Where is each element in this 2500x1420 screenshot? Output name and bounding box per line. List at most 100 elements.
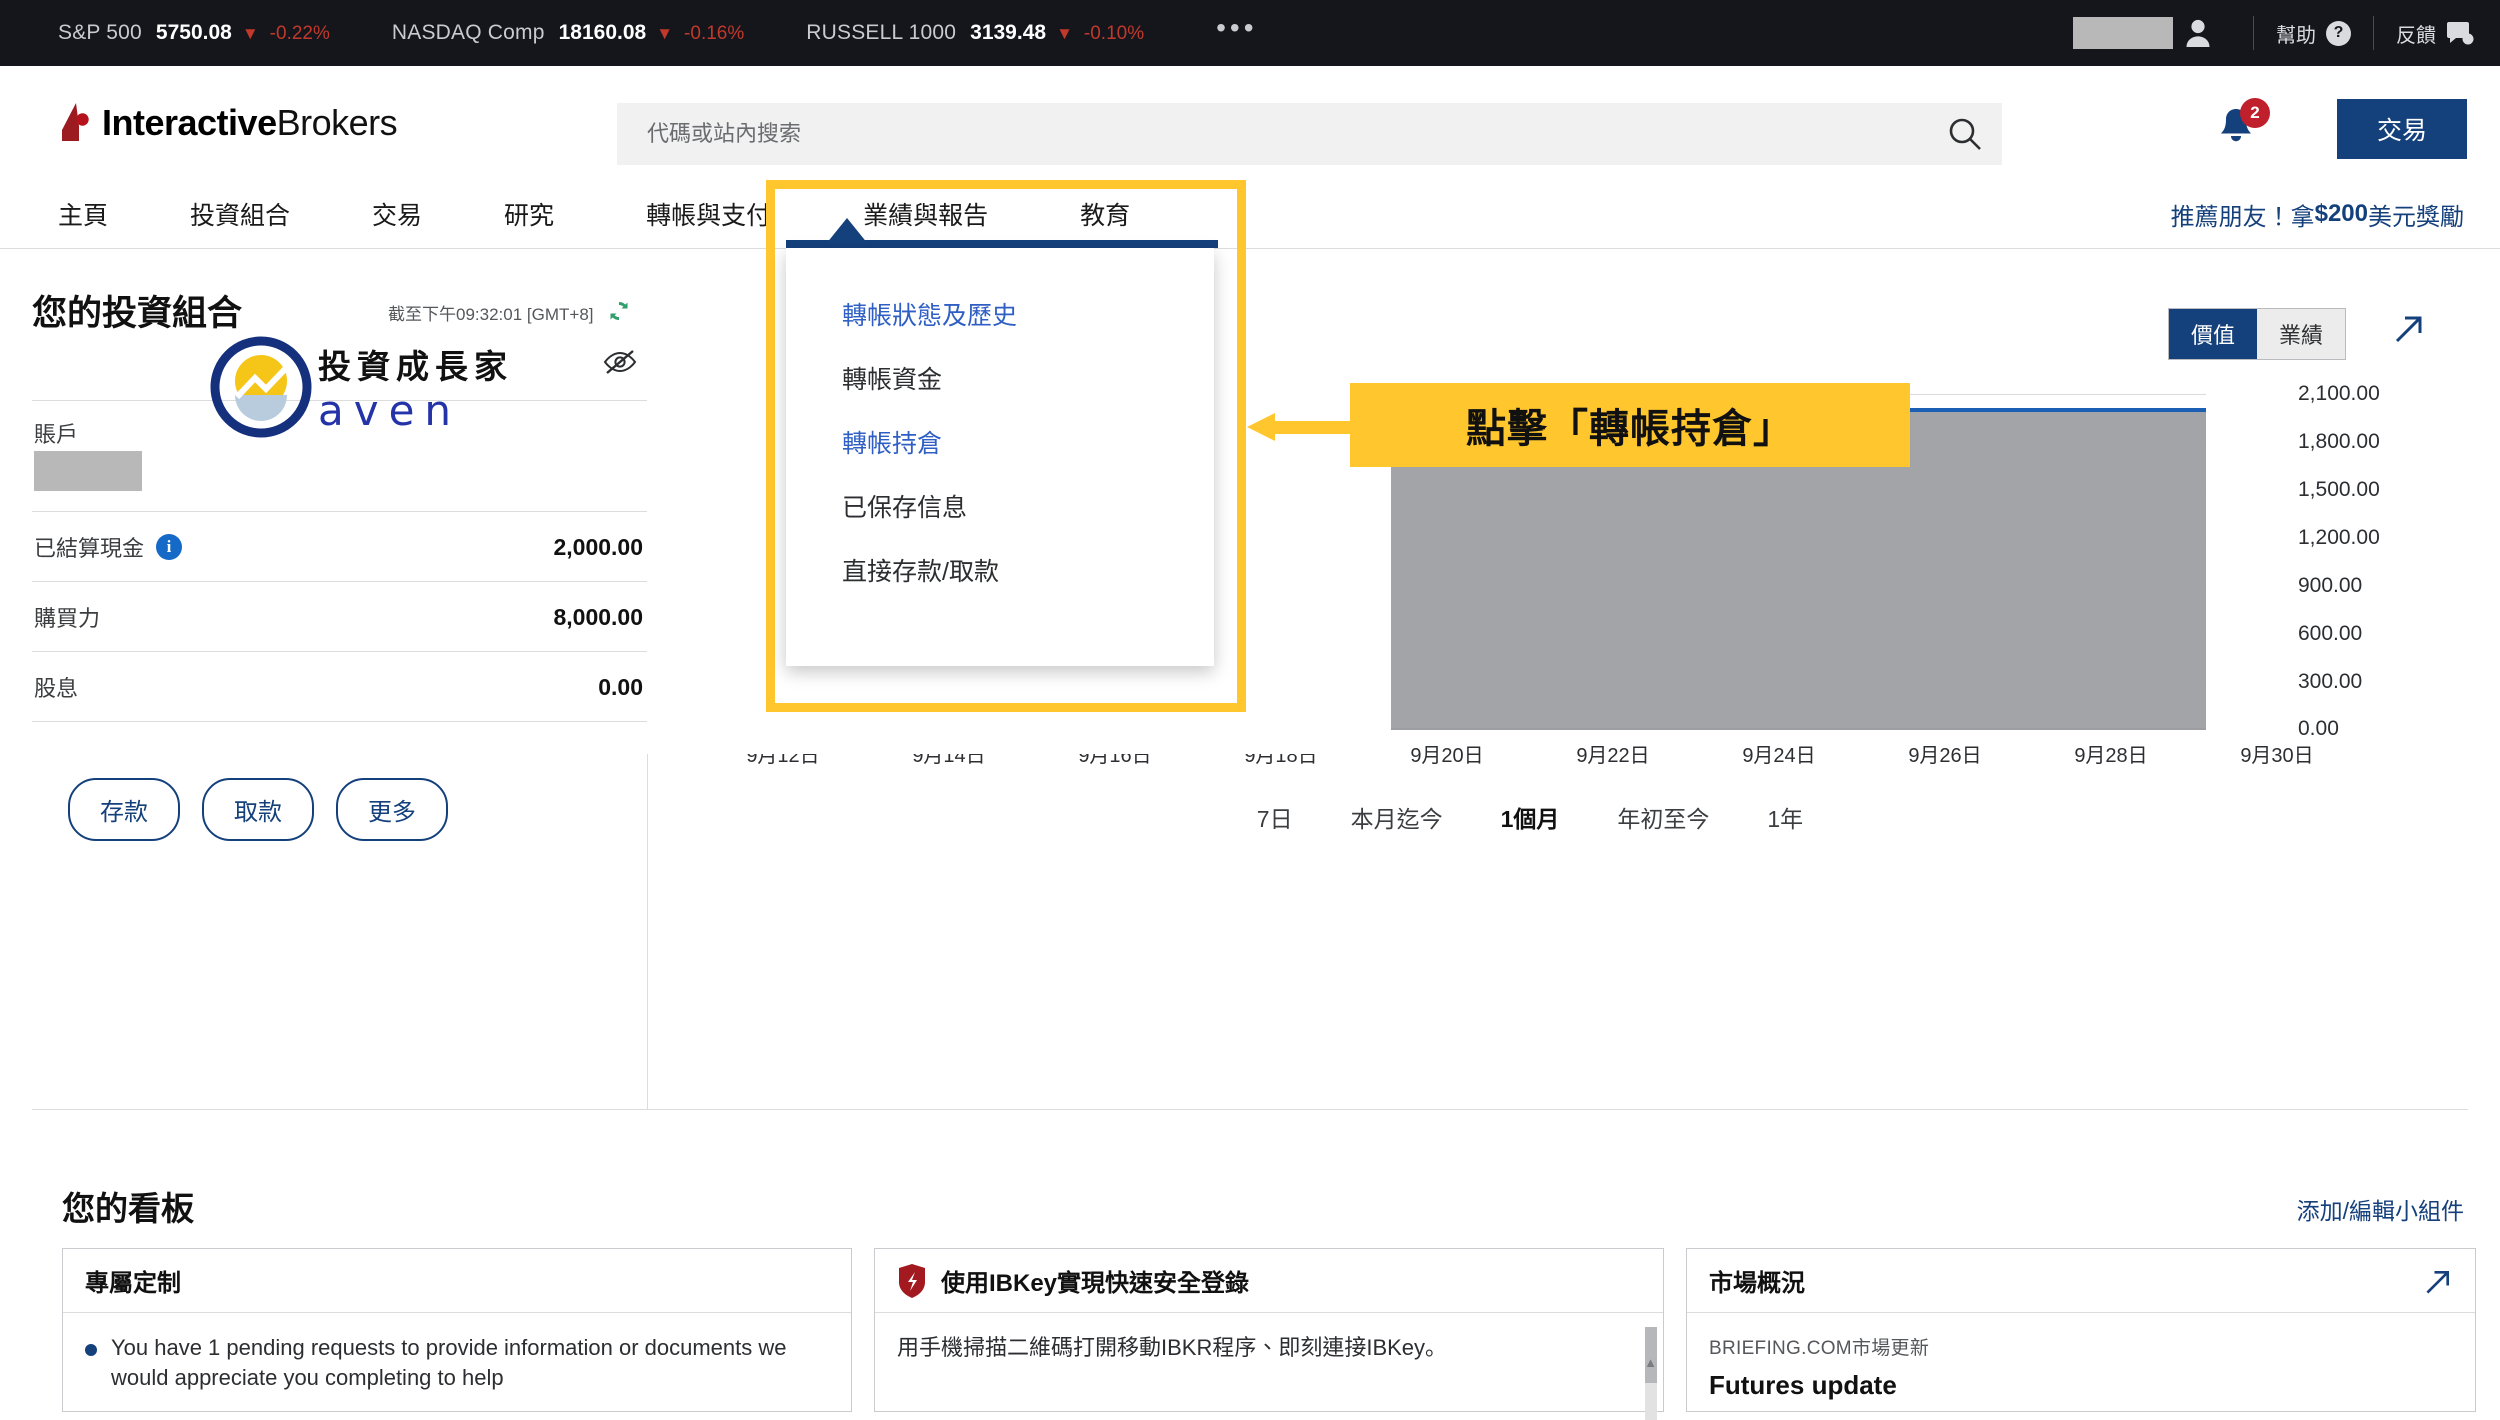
portfolio-row-dividends: 股息 0.00 xyxy=(32,652,647,722)
x-tick: 9月30日 xyxy=(2240,745,2314,767)
news-headline[interactable]: Futures update xyxy=(1709,1370,2453,1401)
ticker-down-arrow-icon: ▼ xyxy=(241,24,259,43)
feedback-link[interactable]: 反饋 xyxy=(2396,19,2474,48)
ticker-value: 5750.08 xyxy=(155,21,232,44)
search-icon xyxy=(1949,118,1981,150)
card-body: 用手機掃描二維碼打開移動IBKR程序、即刻連接IBKey。 ▲ xyxy=(875,1313,1663,1420)
expand-chart-icon[interactable] xyxy=(2392,312,2426,351)
range-7d[interactable]: 7日 xyxy=(1257,800,1293,834)
ticker-name: NASDAQ Comp xyxy=(391,21,545,44)
nav-item-trade[interactable]: 交易 xyxy=(372,179,422,249)
nav-item-transfer-and-pay[interactable]: 轉帳與支付 xyxy=(646,179,771,249)
open-market-overview-icon[interactable] xyxy=(2423,1267,2453,1302)
card-header: 專屬定制 xyxy=(63,1249,851,1313)
divider xyxy=(2253,16,2254,50)
aven-circle-icon xyxy=(210,336,312,438)
instruction-callout: 點擊「轉帳持倉」 xyxy=(1350,383,1910,467)
transfer-and-pay-dropdown: 轉帳狀態及歷史 轉帳資金 轉帳持倉 已保存信息 直接存款/取款 xyxy=(786,248,1214,666)
card-title: 使用IBKey實現快速安全登錄 xyxy=(941,1270,1250,1297)
account-value-redacted xyxy=(34,451,142,491)
range-mtd[interactable]: 本月迄今 xyxy=(1351,800,1443,834)
horizontal-divider xyxy=(32,1109,2468,1110)
row-label: 已結算現金 i xyxy=(34,531,183,563)
portfolio-header: 您的投資組合 截至下午09:32:01 [GMT+8] xyxy=(32,284,647,374)
card-body: BRIEFING.COM市場更新 Futures update xyxy=(1687,1313,2475,1411)
card-body: You have 1 pending requests to provide i… xyxy=(63,1313,851,1404)
ticker-name: S&P 500 xyxy=(58,21,142,44)
question-mark-icon: ? xyxy=(2326,20,2351,46)
trade-button[interactable]: 交易 xyxy=(2337,99,2467,159)
dashboard-title: 您的看板 xyxy=(62,1190,194,1227)
help-link[interactable]: 幫助 ? xyxy=(2276,19,2351,48)
time-range-selector: 7日 本月迄今 1個月 年初至今 1年 xyxy=(700,800,2360,834)
y-tick: 2,100.00 xyxy=(2298,382,2380,405)
dropdown-caret-icon xyxy=(826,218,868,244)
nav-item-home[interactable]: 主頁 xyxy=(58,179,108,249)
portfolio-actions: 存款 取款 更多 xyxy=(68,778,448,841)
news-source: BRIEFING.COM市場更新 xyxy=(1709,1338,1930,1359)
dropdown-item-saved-information[interactable]: 已保存信息 xyxy=(786,474,1214,538)
ticker-down-arrow-icon: ▼ xyxy=(656,24,674,43)
row-label: 購買力 xyxy=(34,606,101,631)
y-tick: 1,800.00 xyxy=(2298,430,2380,453)
dropdown-item-transfer-funds[interactable]: 轉帳資金 xyxy=(786,346,1214,410)
add-edit-widgets-link[interactable]: 添加/編輯小組件 xyxy=(2297,1192,2464,1226)
person-icon xyxy=(2186,19,2210,47)
ticker-item[interactable]: NASDAQ Comp 18160.08 ▼ -0.16% xyxy=(392,21,744,45)
card-market-overview: 市場概況 BRIEFING.COM市場更新 Futures update xyxy=(1686,1248,2476,1412)
callout-arrow-icon xyxy=(1247,413,1357,446)
ticker-item[interactable]: RUSSELL 1000 3139.48 ▼ -0.10% xyxy=(806,21,1144,45)
brand-logo[interactable]: InteractiveBrokers xyxy=(58,102,398,144)
dropdown-item-transfer-positions[interactable]: 轉帳持倉 xyxy=(786,410,1214,474)
toggle-performance[interactable]: 業績 xyxy=(2256,309,2345,359)
notifications-button[interactable]: 2 xyxy=(2213,98,2270,153)
portfolio-as-of: 截至下午09:32:01 [GMT+8] xyxy=(388,299,631,328)
x-tick: 9月22日 xyxy=(1576,745,1650,767)
search-button[interactable] xyxy=(1928,116,2002,152)
global-search[interactable] xyxy=(617,103,2002,165)
nav-item-education[interactable]: 教育 xyxy=(1080,179,1130,249)
account-menu[interactable] xyxy=(2073,17,2231,49)
more-button[interactable]: 更多 xyxy=(336,778,448,841)
ticker-change: -0.10% xyxy=(1083,23,1145,44)
watermark-text: 投資成長家 aven xyxy=(318,340,513,435)
card-title: 市場概況 xyxy=(1709,1270,1805,1297)
y-tick: 1,200.00 xyxy=(2298,526,2380,549)
ticker-change: -0.22% xyxy=(269,23,330,44)
y-tick: 1,500.00 xyxy=(2298,478,2380,501)
card-header: 使用IBKey實現快速安全登錄 xyxy=(875,1249,1663,1313)
page-title: 您的投資組合 xyxy=(32,294,243,333)
deposit-button[interactable]: 存款 xyxy=(68,778,180,841)
ticker-more-icon[interactable]: ••• xyxy=(1216,14,1257,43)
toggle-value[interactable]: 價值 xyxy=(2168,309,2257,359)
nav-item-performance-and-reports[interactable]: 業績與報告 xyxy=(863,179,988,249)
range-ytd[interactable]: 年初至今 xyxy=(1617,800,1709,834)
feedback-bubble-icon xyxy=(2447,22,2474,45)
x-tick: 9月28日 xyxy=(2074,745,2148,767)
y-tick: 300.00 xyxy=(2298,670,2363,693)
referral-link[interactable]: 推薦朋友！拿 $200 美元獎勵 xyxy=(2171,179,2464,249)
withdraw-button[interactable]: 取款 xyxy=(202,778,314,841)
divider xyxy=(2373,16,2374,50)
card-scrollbar[interactable] xyxy=(1645,1327,1657,1420)
ticker-change: -0.16% xyxy=(684,23,745,44)
ticker-item[interactable]: S&P 500 5750.08 ▼ -0.22% xyxy=(58,21,330,45)
nav-item-research[interactable]: 研究 xyxy=(504,179,554,249)
dropdown-item-transfer-status-history[interactable]: 轉帳狀態及歷史 xyxy=(786,282,1214,346)
search-input[interactable] xyxy=(617,121,1928,147)
market-ticker-bar: S&P 500 5750.08 ▼ -0.22% NASDAQ Comp 181… xyxy=(0,0,2500,66)
app-root: S&P 500 5750.08 ▼ -0.22% NASDAQ Comp 181… xyxy=(0,0,2500,1420)
hide-values-icon[interactable] xyxy=(603,348,637,381)
dropdown-item-direct-deposit-withdraw[interactable]: 直接存款/取款 xyxy=(786,538,1214,602)
range-1m[interactable]: 1個月 xyxy=(1501,800,1560,834)
row-label: 股息 xyxy=(34,676,79,701)
info-icon[interactable]: i xyxy=(156,534,183,560)
refresh-icon[interactable] xyxy=(607,299,631,328)
x-tick: 9月24日 xyxy=(1742,745,1816,767)
card-personalized: 專屬定制 You have 1 pending requests to prov… xyxy=(62,1248,852,1412)
ticker-bar-right: 幫助 ? 反饋 xyxy=(2073,0,2500,66)
row-value: 0.00 xyxy=(598,673,643,700)
scroll-up-arrow-icon[interactable]: ▲ xyxy=(1644,1355,1657,1370)
nav-item-portfolio[interactable]: 投資組合 xyxy=(190,179,290,249)
range-1y[interactable]: 1年 xyxy=(1767,800,1803,834)
